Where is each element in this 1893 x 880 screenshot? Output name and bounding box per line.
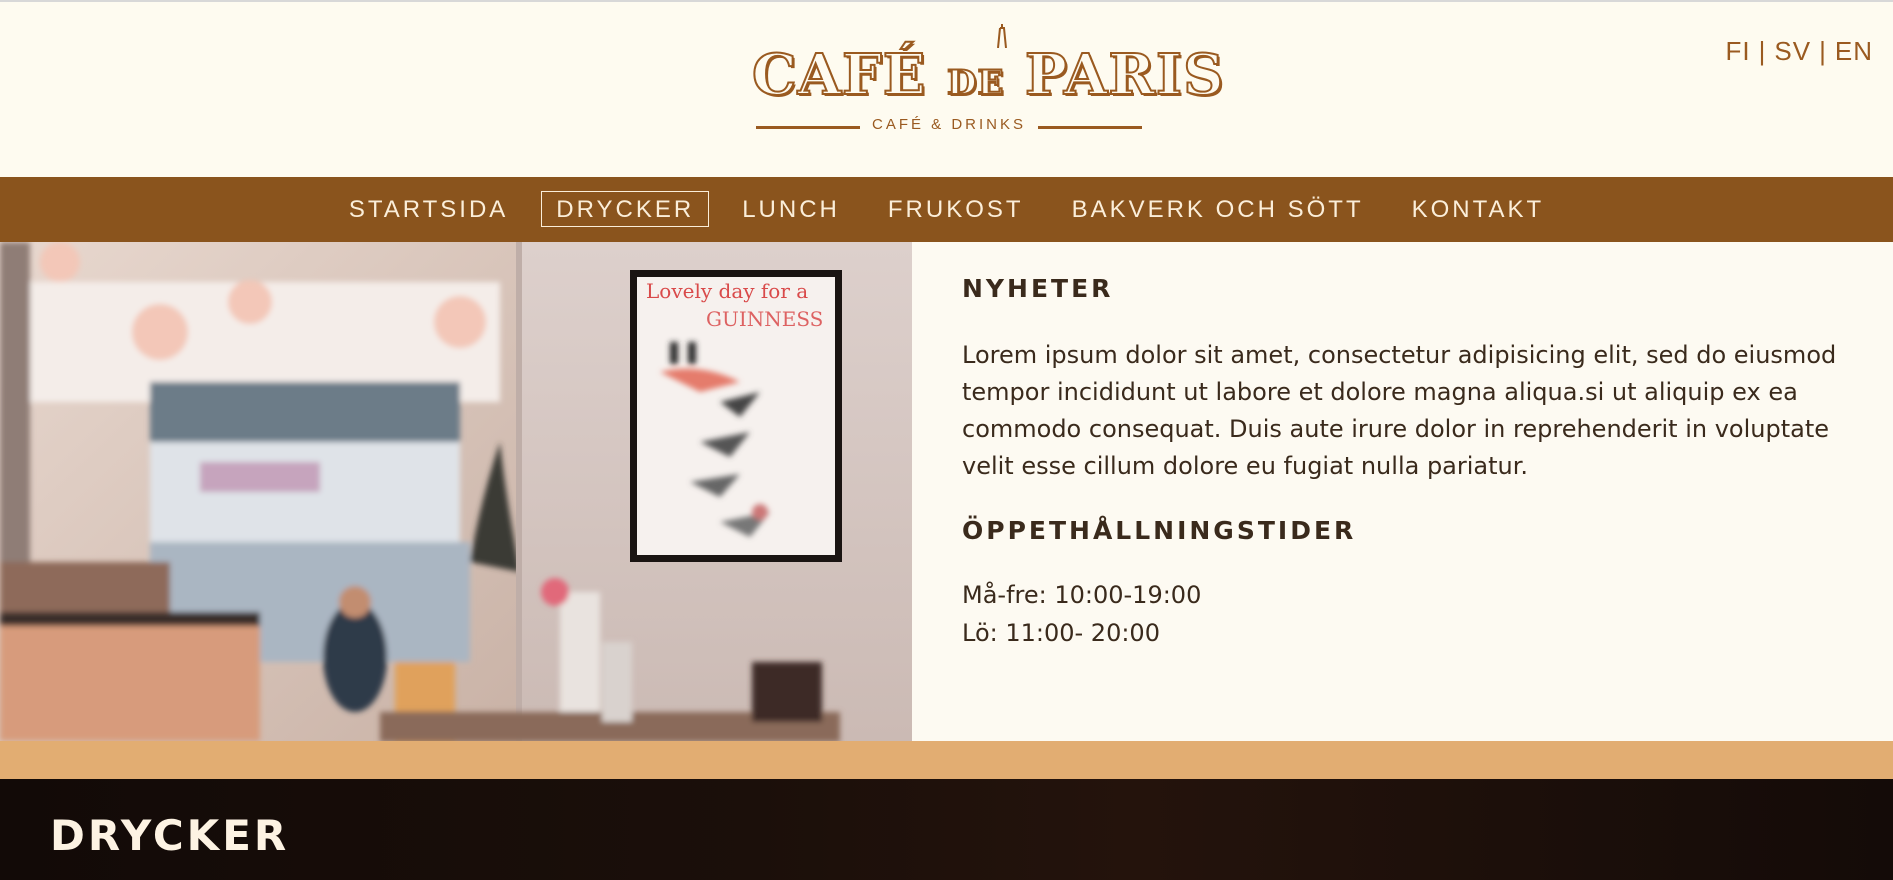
logo-title-de: DE: [946, 62, 1005, 104]
drinks-section-header: DRYCKER: [0, 779, 1893, 880]
cafe-interior-photo: Lovely day for a GUINNESS: [0, 242, 912, 741]
logo-subtitle: CAFÉ & DRINKS: [871, 116, 1027, 133]
logo-subtitle-row: CAFÉ & DRINKS: [756, 116, 1142, 136]
section-title: DRYCKER: [50, 811, 290, 860]
opening-hours-list: Må-fre: 10:00-19:00 Lö: 11:00- 20:00: [962, 576, 1201, 652]
poster-text-line1: Lovely day for a: [646, 279, 808, 303]
info-panel: NYHETER Lorem ipsum dolor sit amet, cons…: [912, 242, 1893, 741]
lang-sv[interactable]: SV: [1774, 36, 1811, 67]
lang-separator: |: [1758, 36, 1767, 66]
lang-en[interactable]: EN: [1835, 36, 1873, 67]
divider-band: [0, 741, 1893, 779]
opening-hours-heading: ÖPPETHÅLLNINGSTIDER: [962, 516, 1357, 545]
opening-hours-saturday: Lö: 11:00- 20:00: [962, 619, 1160, 647]
site-logo[interactable]: CAFÉ DE PARIS CAFÉ & DRINKS: [751, 24, 1225, 144]
nav-item-startsida[interactable]: STARTSIDA: [334, 191, 523, 227]
logo-title-cafe: CAFÉ: [751, 41, 947, 109]
news-body: Lorem ipsum dolor sit amet, consectetur …: [962, 341, 1837, 480]
logo-title-paris: PARIS: [1004, 41, 1225, 109]
opening-hours-weekdays: Må-fre: 10:00-19:00: [962, 581, 1202, 609]
main-nav: STARTSIDA DRYCKER LUNCH FRUKOST BAKVERK …: [0, 177, 1893, 242]
logo-rule-right: [1038, 126, 1142, 129]
site-header: CAFÉ DE PARIS CAFÉ & DRINKS FI | SV | EN: [0, 2, 1893, 177]
news-heading: NYHETER: [962, 274, 1114, 303]
nav-item-kontakt[interactable]: KONTAKT: [1397, 191, 1560, 227]
nav-item-drycker[interactable]: DRYCKER: [541, 191, 710, 227]
lang-fi[interactable]: FI: [1726, 36, 1751, 67]
poster-text-line2: GUINNESS: [706, 307, 823, 331]
lang-separator: |: [1819, 36, 1827, 66]
logo-title: CAFÉ DE PARIS: [751, 41, 1225, 109]
nav-item-bakverk[interactable]: BAKVERK OCH SÖTT: [1057, 191, 1379, 227]
language-switcher: FI | SV | EN: [1726, 36, 1873, 67]
nav-item-lunch[interactable]: LUNCH: [727, 191, 855, 227]
logo-rule-left: [756, 126, 860, 129]
nav-item-frukost[interactable]: FRUKOST: [873, 191, 1039, 227]
nav-list: STARTSIDA DRYCKER LUNCH FRUKOST BAKVERK …: [0, 191, 1893, 227]
